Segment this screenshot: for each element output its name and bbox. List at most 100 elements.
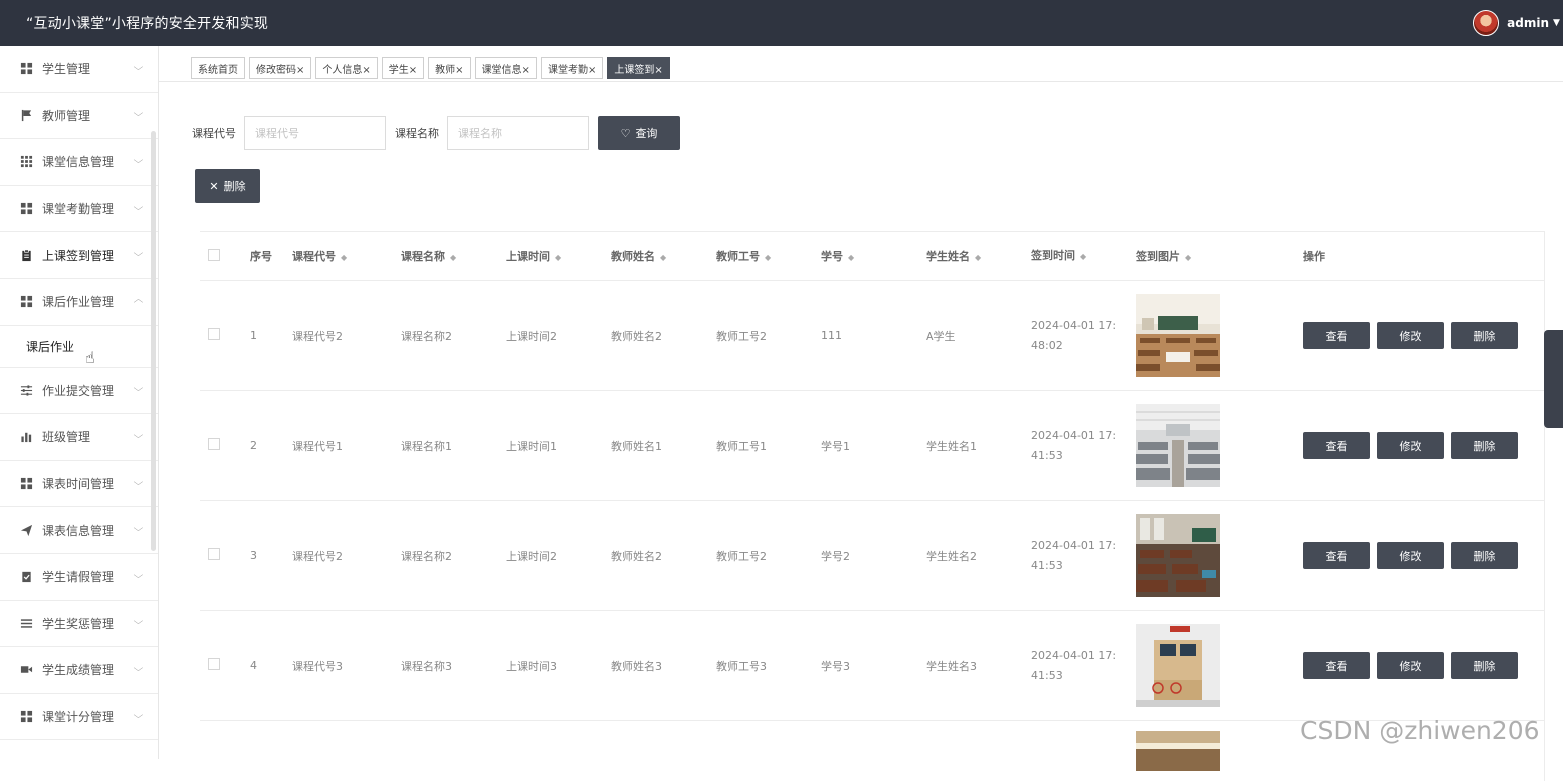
sign-time-line: 2024-04-01 17: <box>1031 538 1117 552</box>
submenu-item-label: 课后作业 <box>26 339 75 354</box>
computer-desk-photo[interactable] <box>1136 624 1220 707</box>
view-button[interactable]: 查看 <box>1303 652 1370 679</box>
header-sign-time[interactable]: 签到时间 ◆ <box>1031 246 1136 267</box>
row-class-time: 上课时间2 <box>506 549 557 563</box>
sort-icon[interactable]: ◆ <box>765 253 771 262</box>
tab-profile[interactable]: 个人信息× <box>315 57 378 79</box>
sidebar-item-homework[interactable]: 课后作业管理 ⌵ <box>0 279 158 326</box>
row-student-no: 学号2 <box>821 549 850 563</box>
header-course-code[interactable]: 课程代号 ◆ <box>292 248 401 264</box>
tab-bar: 系统首页 修改密码× 个人信息× 学生× 教师× 课堂信息× 课堂考勤× 上课签… <box>191 57 674 79</box>
chevron-down-icon: ⌵ <box>133 430 144 441</box>
delete-button[interactable]: 删除 <box>1451 322 1518 349</box>
sign-time-line: 41:53 <box>1031 668 1063 682</box>
sidebar-scrollbar[interactable] <box>151 131 156 551</box>
header-course-name[interactable]: 课程名称 ◆ <box>401 248 506 264</box>
query-button-label: 查询 <box>635 127 658 140</box>
header-teacher-name[interactable]: 教师姓名 ◆ <box>611 248 716 264</box>
delete-button[interactable]: 删除 <box>1451 432 1518 459</box>
edit-button[interactable]: 修改 <box>1377 322 1444 349</box>
username[interactable]: admin <box>1507 16 1549 30</box>
tab-teacher[interactable]: 教师× <box>428 57 471 79</box>
header-teacher-no[interactable]: 教师工号 ◆ <box>716 248 821 264</box>
user-menu[interactable]: admin ▼ <box>1473 0 1563 46</box>
chevron-down-icon: ⌵ <box>133 249 144 260</box>
sort-icon[interactable]: ◆ <box>450 253 456 262</box>
sort-icon[interactable]: ◆ <box>1185 253 1191 262</box>
sliders-icon <box>19 383 33 397</box>
sign-time-line: 2024-04-01 17: <box>1031 318 1117 332</box>
row-checkbox[interactable] <box>208 438 220 450</box>
view-button[interactable]: 查看 <box>1303 432 1370 459</box>
sidebar-item-reward[interactable]: 学生奖惩管理 ⌵ <box>0 601 158 648</box>
row-checkbox[interactable] <box>208 328 220 340</box>
header-sign-image[interactable]: 签到图片 ◆ <box>1136 248 1303 264</box>
classroom-photo[interactable] <box>1136 731 1220 771</box>
sort-icon[interactable]: ◆ <box>341 253 347 262</box>
classroom-photo[interactable] <box>1136 294 1220 377</box>
row-student-no: 学号3 <box>821 659 850 673</box>
clipboard-icon <box>19 248 33 262</box>
edit-button[interactable]: 修改 <box>1377 432 1444 459</box>
course-name-label: 课程名称 <box>395 127 439 140</box>
chevron-down-icon: ⌵ <box>133 202 144 213</box>
checkin-table: 序号 课程代号 ◆ 课程名称 ◆ 上课时间 ◆ 教师姓名 ◆ 教师工号 ◆ 学号 ◆ 学生姓… <box>200 231 1545 781</box>
close-icon: ✕ <box>209 179 219 193</box>
grid-dots-icon <box>19 155 33 169</box>
sidebar-item-label: 学生请假管理 <box>42 570 115 585</box>
sidebar-item-class[interactable]: 班级管理 ⌵ <box>0 414 158 461</box>
sidebar-item-grades[interactable]: 学生成绩管理 ⌵ <box>0 647 158 694</box>
desks-photo[interactable] <box>1136 514 1220 597</box>
sort-icon[interactable]: ◆ <box>975 253 981 262</box>
sidebar-item-homework-submit[interactable]: 作业提交管理 ⌵ <box>0 368 158 415</box>
sidebar-item-schedule-info[interactable]: 课表信息管理 ⌵ <box>0 507 158 554</box>
select-all-checkbox[interactable] <box>208 248 220 261</box>
lecture-hall-photo[interactable] <box>1136 404 1220 487</box>
sort-icon[interactable]: ◆ <box>848 253 854 262</box>
delete-button[interactable]: 删除 <box>1451 652 1518 679</box>
scroll-handle[interactable] <box>1544 330 1563 428</box>
row-checkbox[interactable] <box>208 548 220 560</box>
course-code-label: 课程代号 <box>192 127 236 140</box>
edit-button[interactable]: 修改 <box>1377 652 1444 679</box>
batch-delete-button[interactable]: ✕ 删除 <box>195 169 260 203</box>
tab-change-password[interactable]: 修改密码× <box>249 57 312 79</box>
row-teacher-no: 教师工号2 <box>716 549 767 563</box>
sidebar-item-checkin[interactable]: 上课签到管理 ⌵ <box>0 232 158 279</box>
tab-class-info[interactable]: 课堂信息× <box>474 57 537 79</box>
row-sign-time: 2024-04-01 17: 41:53 <box>1031 426 1136 466</box>
tab-home[interactable]: 系统首页 <box>191 57 245 79</box>
row-index: 2 <box>250 439 257 452</box>
tab-attendance[interactable]: 课堂考勤× <box>540 57 604 79</box>
course-code-input[interactable] <box>244 116 386 150</box>
sidebar-item-leave[interactable]: 学生请假管理 ⌵ <box>0 554 158 601</box>
sidebar-item-scoring[interactable]: 课堂计分管理 ⌵ <box>0 694 158 741</box>
sidebar-item-schedule-time[interactable]: 课表时间管理 ⌵ <box>0 461 158 508</box>
sidebar-item-student[interactable]: 学生管理 ⌵ <box>0 46 158 93</box>
row-course-code: 课程代号2 <box>292 549 343 563</box>
tab-student[interactable]: 学生× <box>381 57 425 79</box>
header-student-no[interactable]: 学号 ◆ <box>821 248 926 264</box>
avatar[interactable] <box>1473 10 1500 36</box>
tab-checkin[interactable]: 上课签到× <box>607 57 670 79</box>
sort-icon[interactable]: ◆ <box>660 253 666 262</box>
view-button[interactable]: 查看 <box>1303 542 1370 569</box>
sidebar-item-class-info[interactable]: 课堂信息管理 ⌵ <box>0 139 158 186</box>
sort-icon[interactable]: ◆ <box>1080 252 1086 261</box>
view-button[interactable]: 查看 <box>1303 322 1370 349</box>
sidebar-item-label: 课表时间管理 <box>42 477 115 492</box>
delete-button[interactable]: 删除 <box>1451 542 1518 569</box>
sidebar-item-label: 作业提交管理 <box>42 383 115 398</box>
search-form: 课程代号 课程名称 ♡ 查询 <box>192 116 680 150</box>
sort-icon[interactable]: ◆ <box>555 253 561 262</box>
header-class-time[interactable]: 上课时间 ◆ <box>506 248 611 264</box>
sidebar-item-teacher[interactable]: 教师管理 ⌵ <box>0 93 158 140</box>
header-student-name[interactable]: 学生姓名 ◆ <box>926 248 1031 264</box>
query-button[interactable]: ♡ 查询 <box>598 116 680 150</box>
sidebar-item-attendance[interactable]: 课堂考勤管理 ⌵ <box>0 186 158 233</box>
submenu-item-homework[interactable]: 课后作业 ☝ <box>0 326 158 368</box>
edit-button[interactable]: 修改 <box>1377 542 1444 569</box>
row-checkbox[interactable] <box>208 658 220 670</box>
course-name-input[interactable] <box>447 116 589 150</box>
chevron-down-icon[interactable]: ▼ <box>1553 18 1563 28</box>
